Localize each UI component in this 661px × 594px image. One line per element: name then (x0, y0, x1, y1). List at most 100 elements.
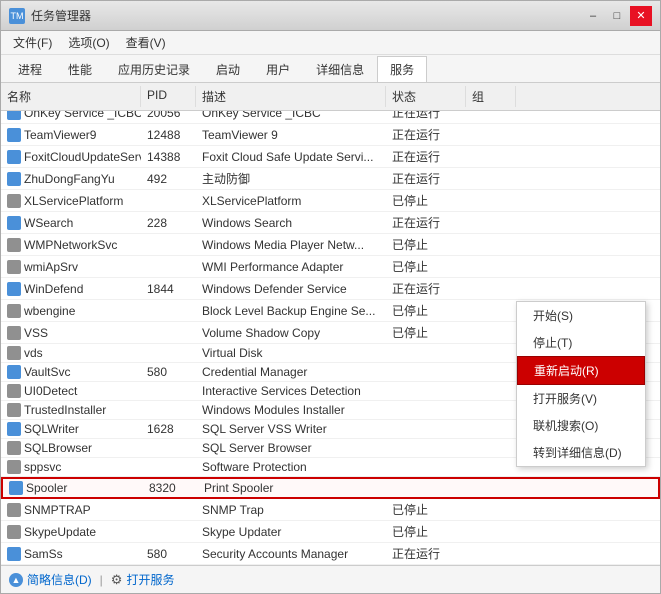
service-status: 正在运行 (386, 168, 466, 189)
table-row[interactable]: Spooler8320Print Spooler (1, 477, 660, 499)
service-name: WSearch (1, 212, 141, 233)
table-row[interactable]: TeamViewer912488TeamViewer 9正在运行 (1, 124, 660, 146)
col-header-group[interactable]: 组 (466, 86, 516, 107)
table-row[interactable]: WinDefend1844Windows Defender Service正在运… (1, 278, 660, 300)
service-pid: 580 (141, 543, 196, 564)
table-row[interactable]: SamSs580Security Accounts Manager正在运行 (1, 543, 660, 565)
col-header-status[interactable]: 状态 (386, 86, 466, 107)
service-icon (7, 216, 21, 230)
service-pid (141, 439, 196, 457)
service-icon (7, 460, 21, 474)
service-status: 正在运行 (386, 111, 466, 123)
service-status: 正在运行 (386, 146, 466, 167)
table-row[interactable]: XLServicePlatformXLServicePlatform已停止 (1, 190, 660, 212)
service-pid (141, 234, 196, 255)
tab-bar: 进程 性能 应用历史记录 启动 用户 详细信息 服务 (1, 55, 660, 83)
brief-info-button[interactable]: ▲ 简略信息(D) (9, 571, 92, 588)
service-pid (141, 300, 196, 321)
tab-users[interactable]: 用户 (253, 56, 303, 82)
col-header-scroll (516, 86, 530, 107)
service-name: SamSs (1, 543, 141, 564)
tab-services[interactable]: 服务 (377, 56, 427, 82)
service-desc: Skype Updater (196, 521, 386, 542)
service-name: wbengine (1, 300, 141, 321)
service-status (386, 344, 466, 362)
table-row[interactable]: ZhuDongFangYu492主动防御正在运行 (1, 168, 660, 190)
menu-file[interactable]: 文件(F) (5, 32, 60, 53)
table-header: 名称 PID 描述 状态 组 (1, 83, 660, 111)
table-row[interactable]: WSearch228Windows Search正在运行 (1, 212, 660, 234)
table-row[interactable]: SNMPTRAPSNMP Trap已停止 (1, 499, 660, 521)
service-desc: Foxit Cloud Safe Update Servi... (196, 146, 386, 167)
minimize-button[interactable]: – (582, 6, 604, 26)
service-group (466, 458, 516, 476)
service-name: SQLWriter (1, 420, 141, 438)
maximize-button[interactable]: □ (606, 6, 628, 26)
service-group (466, 300, 516, 321)
service-desc: XLServicePlatform (196, 190, 386, 211)
service-status (388, 479, 468, 497)
tab-app-history[interactable]: 应用历史记录 (105, 56, 203, 82)
service-name: TeamViewer9 (1, 124, 141, 145)
service-name: VaultSvc (1, 363, 141, 381)
tab-performance[interactable]: 性能 (55, 56, 105, 82)
menu-view[interactable]: 查看(V) (118, 32, 174, 53)
service-pid (141, 190, 196, 211)
service-group (466, 278, 516, 299)
context-menu-item[interactable]: 打开服务(V) (517, 385, 645, 412)
service-icon (7, 238, 21, 252)
service-pid: 580 (141, 363, 196, 381)
col-header-pid[interactable]: PID (141, 86, 196, 107)
tab-details[interactable]: 详细信息 (303, 56, 377, 82)
table-row[interactable]: SkypeUpdateSkype Updater已停止 (1, 521, 660, 543)
service-status (386, 420, 466, 438)
service-desc: Software Protection (196, 458, 386, 476)
service-desc: SQL Server VSS Writer (196, 420, 386, 438)
service-group (466, 363, 516, 381)
service-icon (7, 525, 21, 539)
status-bar: ▲ 简略信息(D) | ⚙ 打开服务 (1, 565, 660, 593)
service-desc: Windows Search (196, 212, 386, 233)
service-icon (9, 481, 23, 495)
service-icon (7, 150, 21, 164)
service-icon (7, 282, 21, 296)
col-header-name[interactable]: 名称 (1, 86, 141, 107)
service-group (466, 382, 516, 400)
service-group (466, 439, 516, 457)
context-menu-item[interactable]: 重新启动(R) (517, 356, 645, 385)
tab-startup[interactable]: 启动 (203, 56, 253, 82)
service-name: sppsvc (1, 458, 141, 476)
service-pid (141, 458, 196, 476)
service-group (466, 344, 516, 362)
tab-process[interactable]: 进程 (5, 56, 55, 82)
context-menu-item[interactable]: 联机搜索(O) (517, 412, 645, 439)
window-title: 任务管理器 (31, 7, 91, 24)
service-desc: 主动防御 (196, 168, 386, 189)
service-group (466, 521, 516, 542)
service-name: vds (1, 344, 141, 362)
context-menu-item[interactable]: 停止(T) (517, 329, 645, 356)
close-button[interactable]: ✕ (630, 6, 652, 26)
service-name: FoxitCloudUpdateService (1, 146, 141, 167)
service-pid: 20056 (141, 111, 196, 123)
app-icon: TM (9, 8, 25, 24)
context-menu-item[interactable]: 开始(S) (517, 302, 645, 329)
table-row[interactable]: OnKey Service _ICBC20056OnKey Service _I… (1, 111, 660, 124)
context-menu-item[interactable]: 转到详细信息(D) (517, 439, 645, 466)
service-desc: SNMP Trap (196, 499, 386, 520)
service-name: SQLBrowser (1, 439, 141, 457)
service-icon (7, 128, 21, 142)
title-bar-left: TM 任务管理器 (9, 7, 91, 24)
table-row[interactable]: FoxitCloudUpdateService14388Foxit Cloud … (1, 146, 660, 168)
service-group (466, 543, 516, 564)
col-header-desc[interactable]: 描述 (196, 86, 386, 107)
table-row[interactable]: WMPNetworkSvcWindows Media Player Netw..… (1, 234, 660, 256)
service-icon (7, 503, 21, 517)
table-row[interactable]: wmiApSrvWMI Performance Adapter已停止 (1, 256, 660, 278)
service-group (466, 499, 516, 520)
service-pid (141, 322, 196, 343)
open-services-button[interactable]: ⚙ 打开服务 (111, 571, 175, 588)
service-status: 已停止 (386, 234, 466, 255)
service-status: 已停止 (386, 190, 466, 211)
menu-options[interactable]: 选项(O) (60, 32, 117, 53)
